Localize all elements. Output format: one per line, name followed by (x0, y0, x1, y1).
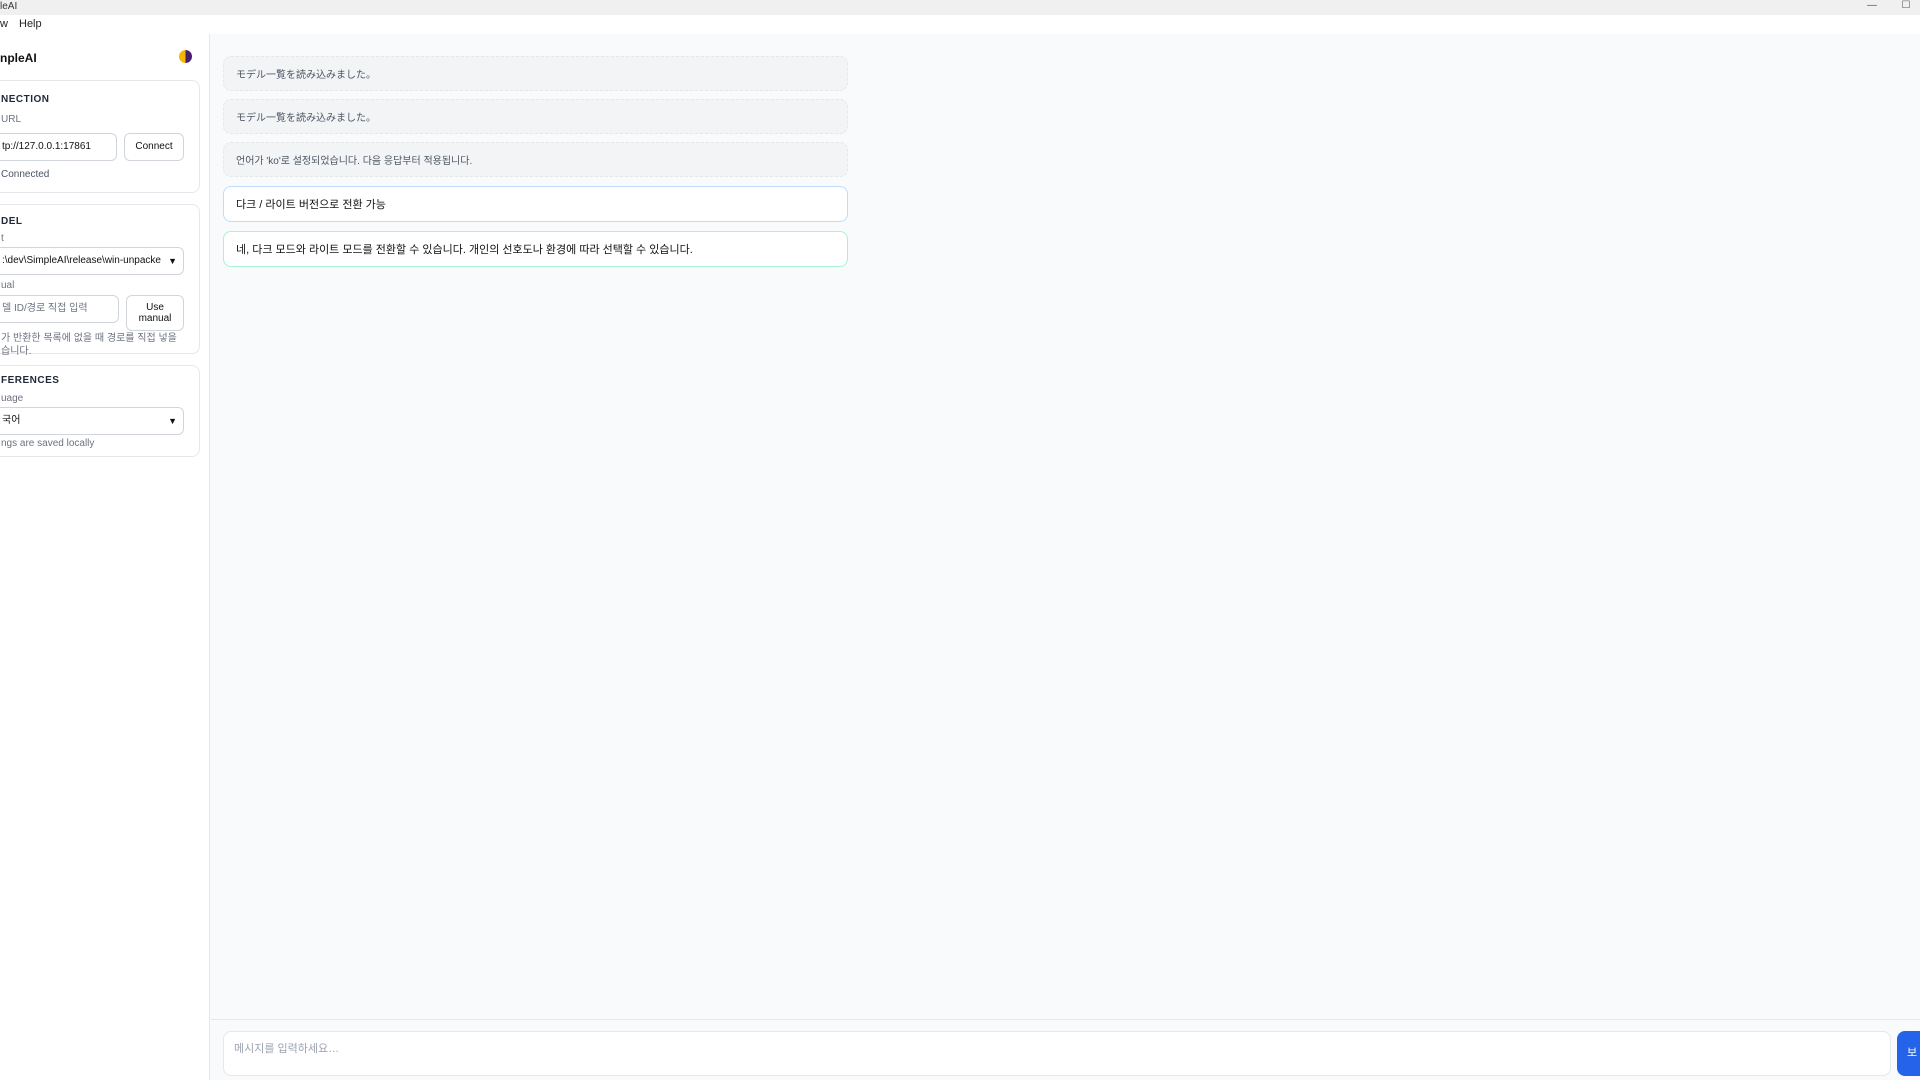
model-hint: 가 반환한 목록에 없을 때 경로를 직접 넣을 습니다. (1, 332, 177, 358)
maximize-button[interactable]: ☐ (1896, 0, 1916, 14)
url-input[interactable]: tp://127.0.0.1:17861 (0, 133, 117, 161)
user-message: 다크 / 라이트 버전으로 전환 가능 (223, 186, 848, 222)
system-message: 언어가 'ko'로 설정되었습니다. 다음 응답부터 적용됩니다. (223, 142, 848, 177)
model-select-label: t (1, 233, 4, 244)
chevron-down-icon: ▼ (168, 416, 177, 426)
half-circle-icon[interactable] (179, 50, 192, 63)
window-title: leAI (0, 1, 18, 12)
connection-status: Connected (1, 169, 50, 180)
message-text: モデル一覧を読み込みました。 (236, 113, 376, 124)
menu-view[interactable]: w (0, 18, 8, 30)
preferences-card: FERENCES uage 국어 ▼ ngs are saved locally (0, 365, 200, 457)
app-brand: npleAI (0, 51, 37, 65)
message-text: 언어가 'ko'로 설정되었습니다. 다음 응답부터 적용됩니다. (236, 156, 473, 167)
use-manual-label-1: Use (146, 302, 164, 313)
composer: 메시지를 입력하세요… 보 (211, 1019, 1920, 1080)
assistant-message: 네, 다크 모드와 라이트 모드를 전환할 수 있습니다. 개인의 선호도나 환… (223, 231, 848, 267)
message-text: 다크 / 라이트 버전으로 전환 가능 (236, 199, 386, 211)
connection-card: NECTION URL tp://127.0.0.1:17861 Connect… (0, 80, 200, 193)
menu-bar: w Help (0, 15, 1920, 34)
message-text: モデル一覧を読み込みました。 (236, 70, 376, 81)
chat-area: モデル一覧を読み込みました。 モデル一覧を読み込みました。 언어가 'ko'로 … (211, 34, 1920, 1019)
model-select[interactable]: :\dev\SimpleAI\release\win-unpacke ▼ (0, 247, 184, 275)
menu-help[interactable]: Help (19, 18, 42, 30)
minimize-button[interactable]: — (1862, 0, 1882, 14)
manual-label: ual (1, 280, 15, 291)
send-button[interactable]: 보 (1897, 1031, 1920, 1076)
language-select-value: 국어 (2, 415, 21, 426)
chevron-down-icon: ▼ (168, 256, 177, 266)
message-text: 네, 다크 모드와 라이트 모드를 전환할 수 있습니다. 개인의 선호도나 환… (236, 244, 693, 256)
manual-model-input[interactable]: 델 ID/경로 직접 입력 (0, 295, 119, 323)
preferences-title: FERENCES (1, 375, 60, 386)
model-title: DEL (1, 216, 23, 227)
model-hint-line-1: 가 반환한 목록에 없을 때 경로를 직접 넣을 (1, 333, 177, 344)
model-select-value: :\dev\SimpleAI\release\win-unpacke (2, 255, 161, 266)
url-label: URL (1, 114, 22, 125)
system-message: モデル一覧を読み込みました。 (223, 99, 848, 134)
sidebar: npleAI NECTION URL tp://127.0.0.1:17861 … (0, 34, 210, 1080)
message-input[interactable]: 메시지를 입력하세요… (223, 1031, 1891, 1076)
use-manual-label-2: manual (138, 313, 172, 324)
settings-saved-note: ngs are saved locally (1, 438, 95, 449)
connect-button[interactable]: Connect (124, 133, 184, 161)
system-message: モデル一覧を読み込みました。 (223, 56, 848, 91)
language-label: uage (1, 393, 24, 404)
title-bar: leAI — ☐ (0, 0, 1920, 15)
model-hint-line-2: 습니다. (1, 346, 32, 357)
language-select[interactable]: 국어 ▼ (0, 407, 184, 435)
model-card: DEL t :\dev\SimpleAI\release\win-unpacke… (0, 204, 200, 357)
use-manual-button[interactable]: Use manual (126, 295, 184, 331)
connection-title: NECTION (1, 94, 50, 105)
